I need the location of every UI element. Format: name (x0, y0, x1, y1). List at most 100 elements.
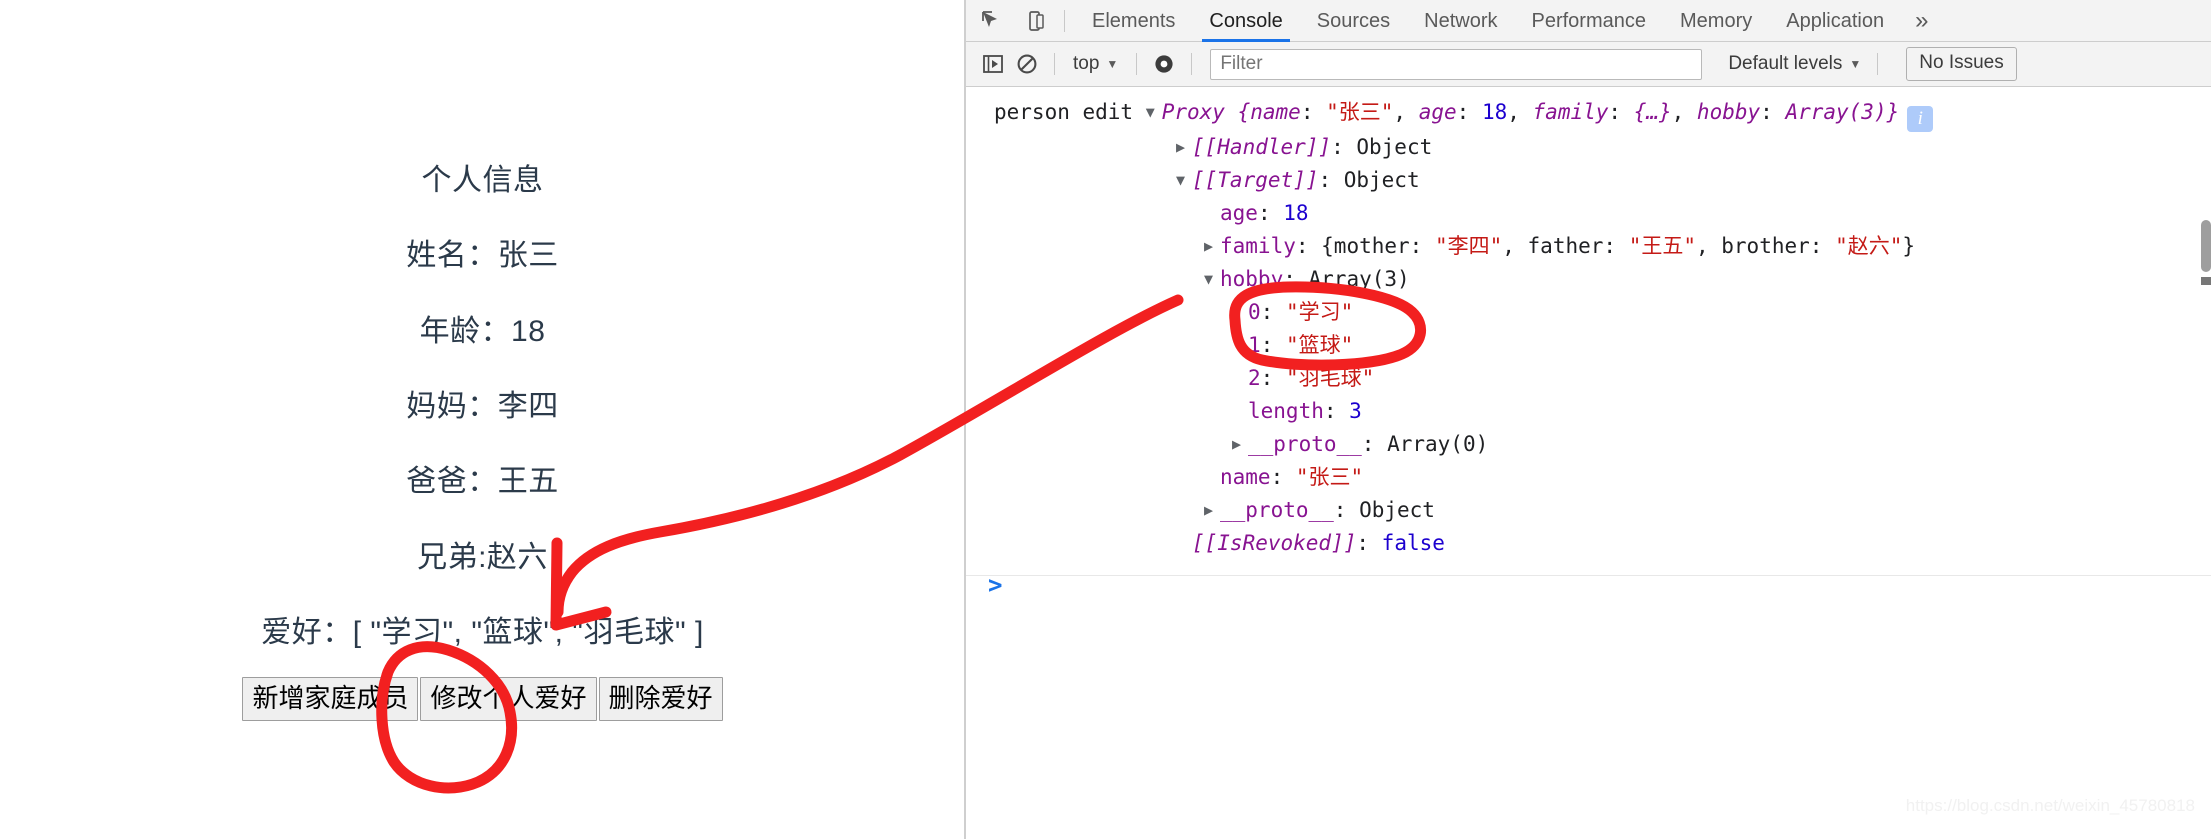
tree-preview-string-3-0: "李四" (1434, 234, 1503, 258)
console-toolbar-separator-2 (1136, 53, 1138, 75)
watermark-text: https://blog.csdn.net/weixin_45780818 (1905, 796, 2195, 815)
tree-separator-12: : (1356, 531, 1382, 555)
log-source-label: person edit (994, 100, 1146, 124)
console-log-entry[interactable]: person edit ▼ Proxy {name: "张三", age: 18,… (966, 87, 2211, 576)
object-tree-row[interactable]: ▶ [[Handler]]: Object (966, 132, 2211, 165)
disclosure-triangle-icon[interactable]: ▶ (1204, 231, 1220, 262)
tree-separator-4: : (1283, 267, 1309, 291)
info-row-age: 年龄：18 (419, 315, 546, 348)
tree-value-9: Array(0) (1387, 432, 1489, 456)
tree-separator-3: : (1295, 234, 1322, 258)
tab-application[interactable]: Application (1769, 0, 1901, 42)
tree-separator-2: : (1257, 201, 1284, 225)
browser-page-viewport: 个人信息 姓名：张三 年龄：18 妈妈：李四 爸爸：王五 兄弟:赵六 爱好：[ … (0, 0, 965, 839)
console-message-list[interactable]: person edit ▼ Proxy {name: "张三", age: 18,… (966, 87, 2211, 839)
tree-separator-8: : (1323, 399, 1350, 423)
tree-value-2: 18 (1283, 201, 1309, 225)
object-tree-row[interactable]: ▼ [[Target]]: Object (966, 165, 2211, 198)
delete-hobby-button[interactable]: 删除爱好 (598, 677, 723, 721)
object-tree-row[interactable]: 1: "篮球" (966, 330, 2211, 363)
issues-status-button[interactable]: No Issues (1906, 47, 2017, 81)
tab-console[interactable]: Console (1192, 0, 1299, 42)
device-toolbar-icon[interactable] (1018, 6, 1054, 36)
tab-overflow-icon[interactable]: » (1901, 0, 1942, 42)
console-filter-input[interactable] (1210, 48, 1703, 80)
info-badge-icon[interactable]: i (1907, 106, 1934, 132)
tree-value-10: "张三" (1295, 465, 1364, 489)
tree-separator-7: : (1260, 366, 1286, 390)
tree-key-3: family (1220, 234, 1296, 258)
tree-key-4: hobby (1220, 267, 1284, 291)
page-title: 个人信息 (421, 164, 544, 197)
preview-value-age: 18 (1481, 100, 1508, 124)
tree-value-12: false (1381, 531, 1445, 555)
tree-separator-1: : (1318, 168, 1344, 192)
object-tree-row[interactable]: ▶ __proto__: Array(0) (966, 429, 2211, 462)
preview-key-age: age (1418, 100, 1457, 124)
tree-value-0: Object (1356, 135, 1433, 159)
console-scrollbar-thumb[interactable] (2201, 220, 2211, 272)
tree-key-1: [[Target]] (1192, 168, 1319, 192)
tree-value-4: Array(3) (1308, 267, 1410, 291)
add-family-member-button[interactable]: 新增家庭成员 (242, 677, 419, 721)
tab-elements[interactable]: Elements (1075, 0, 1192, 42)
console-prompt-row[interactable]: > (966, 563, 2211, 607)
object-tree-row[interactable]: ▶ __proto__: Object (966, 495, 2211, 528)
object-tree-row[interactable]: length: 3 (966, 396, 2211, 429)
tree-separator-5: : (1260, 300, 1286, 324)
tree-separator-10: : (1270, 465, 1296, 489)
tree-preview-string-3-2: "赵六" (1835, 234, 1903, 258)
screenshot-root: 个人信息 姓名：张三 年龄：18 妈妈：李四 爸爸：王五 兄弟:赵六 爱好：[ … (0, 0, 2211, 839)
preview-key-hobby: hobby (1696, 100, 1761, 124)
tree-value-5: "学习" (1285, 300, 1354, 324)
console-toolbar-separator-3 (1191, 53, 1193, 75)
console-scrollbar-marker (2201, 277, 2211, 285)
disclosure-triangle-icon[interactable]: ▶ (1204, 495, 1220, 526)
tree-separator-9: : (1361, 432, 1388, 456)
info-row-hobby: 爱好：[ "学习", "篮球", "羽毛球" ] (261, 616, 704, 649)
execute-snippet-icon[interactable] (976, 49, 1010, 79)
disclosure-triangle-icon[interactable]: ▶ (1232, 429, 1248, 460)
disclosure-triangle-icon: ▼ (1145, 103, 1155, 121)
tab-network[interactable]: Network (1407, 0, 1514, 42)
inspect-element-icon[interactable] (974, 6, 1010, 36)
execution-context-selector[interactable]: top ▼ (1065, 53, 1126, 75)
log-proxy-preview: ▼ Proxy {name: "张三", age: 18, family: {…}… (1146, 100, 1900, 124)
disclosure-triangle-icon[interactable]: ▼ (1176, 165, 1192, 196)
object-tree-row[interactable]: name: "张三" (966, 462, 2211, 495)
live-expression-icon[interactable] (1147, 49, 1181, 79)
disclosure-triangle-icon[interactable]: ▼ (1204, 264, 1220, 295)
tree-separator-6: : (1260, 333, 1286, 357)
proxy-type-label: Proxy { (1161, 100, 1251, 124)
tree-key-0: [[Handler]] (1192, 135, 1332, 159)
chevron-down-icon: ▼ (1849, 57, 1862, 71)
devtools-panel: Elements Console Sources Network Perform… (966, 0, 2211, 839)
tab-memory[interactable]: Memory (1663, 0, 1769, 42)
tree-separator-0: : (1331, 135, 1357, 159)
object-tree-row[interactable]: ▶ family: {mother: "李四", father: "王五", br… (966, 231, 2211, 264)
tree-preview-text-3-0: {mother: (1321, 234, 1435, 258)
info-row-father: 爸爸：王五 (406, 465, 559, 498)
log-levels-selector[interactable]: Default levels ▼ (1722, 53, 1867, 75)
object-tree-row[interactable]: [[IsRevoked]]: false (966, 528, 2211, 561)
tree-key-2: age (1220, 201, 1258, 225)
object-tree-row[interactable]: 2: "羽毛球" (966, 363, 2211, 396)
disclosure-triangle-icon[interactable]: ▶ (1176, 132, 1192, 163)
object-tree-row[interactable]: 0: "学习" (966, 297, 2211, 330)
tree-preview-text-3-2: , brother: (1695, 234, 1836, 258)
object-tree[interactable]: ▶ [[Handler]]: Object ▼ [[Target]]: Object … (966, 132, 2211, 561)
tab-performance[interactable]: Performance (1515, 0, 1664, 42)
object-tree-row[interactable]: age: 18 (966, 198, 2211, 231)
tab-sources[interactable]: Sources (1300, 0, 1407, 42)
tree-value-8: 3 (1349, 399, 1362, 423)
object-tree-row[interactable]: ▼ hobby: Array(3) (966, 264, 2211, 297)
console-toolbar-separator-4 (1877, 53, 1879, 75)
preview-key-name: name (1250, 100, 1301, 124)
toolbar-separator (1064, 9, 1065, 32)
clear-console-icon[interactable] (1010, 49, 1044, 79)
edit-hobby-button[interactable]: 修改个人爱好 (420, 677, 597, 721)
